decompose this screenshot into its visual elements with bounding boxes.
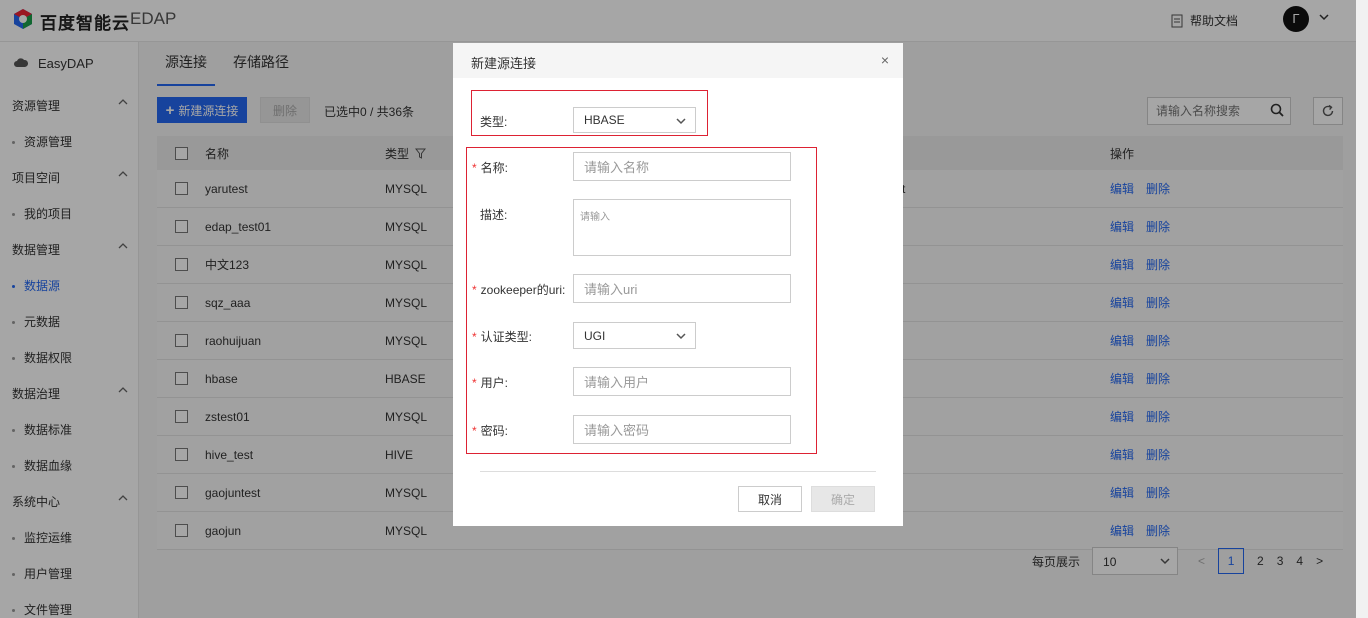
description-textarea[interactable]: 请输入 (573, 199, 791, 256)
dialog-divider (480, 471, 876, 472)
password-input[interactable]: 请输入密码 (573, 415, 791, 444)
scrollbar-track[interactable] (1356, 0, 1368, 618)
auth-type-select[interactable]: UGI (573, 322, 696, 349)
confirm-button[interactable]: 确定 (811, 486, 875, 512)
close-icon[interactable]: × (881, 52, 889, 68)
user-input[interactable]: 请输入用户 (573, 367, 791, 396)
dialog-title: 新建源连接 (471, 56, 537, 71)
name-input[interactable]: 请输入名称 (573, 152, 791, 181)
user-label: * 用户: (472, 376, 509, 390)
type-label: 类型: (480, 115, 508, 129)
new-connection-dialog: 新建源连接 × 类型: HBASE * 名称: 请输入名称 描述: 请输入 * zo… (453, 43, 903, 526)
zookeeper-uri-input[interactable]: 请输入uri (573, 274, 791, 303)
auth-type-label: * 认证类型: (472, 330, 533, 344)
chevron-down-icon (676, 118, 686, 125)
password-label: * 密码: (472, 424, 509, 438)
dialog-header: 新建源连接 × (453, 43, 903, 78)
description-label: 描述: (480, 208, 508, 222)
zookeeper-uri-label: * zookeeper的uri: (472, 283, 566, 297)
type-select[interactable]: HBASE (573, 107, 696, 133)
cancel-button[interactable]: 取消 (738, 486, 802, 512)
name-label: * 名称: (472, 161, 509, 175)
chevron-down-icon (676, 333, 686, 340)
